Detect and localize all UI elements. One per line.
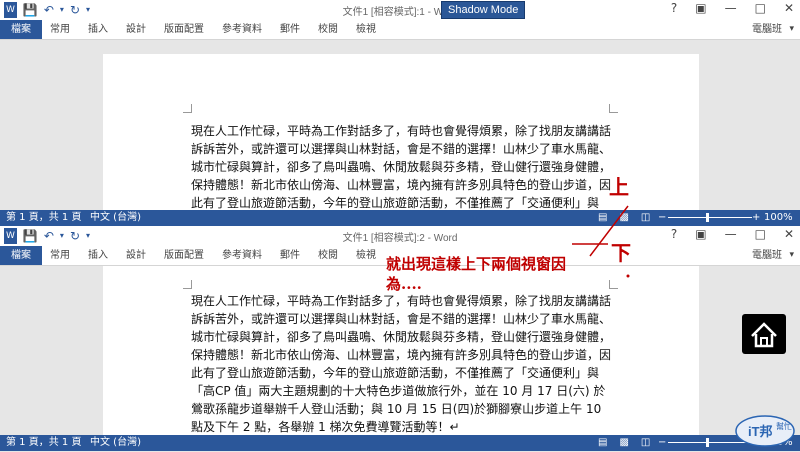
annotation-up-label: 上 (609, 175, 629, 199)
home-button[interactable] (742, 314, 786, 354)
annotation-note: 就出現這樣上下兩個視窗因為.... (386, 255, 567, 293)
annotation-down-label: 下 (611, 241, 631, 265)
home-icon (751, 322, 777, 348)
ithelp-logo-icon: iT邦 幫忙 (735, 415, 795, 447)
annotation-arrows (572, 205, 630, 278)
ithelp-logo: iT邦 幫忙 (734, 414, 796, 448)
logo-text-2: 幫忙 (776, 421, 792, 431)
annotation-dot (626, 274, 630, 278)
logo-text-1: iT邦 (748, 424, 773, 439)
